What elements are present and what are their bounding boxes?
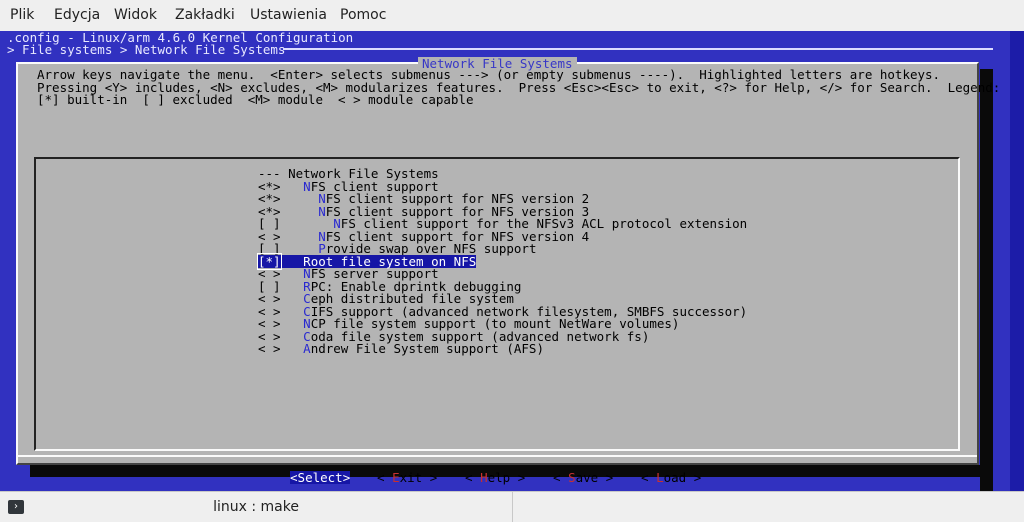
hotkey-letter: H [480,470,488,485]
hotkey-letter: S [297,470,306,485]
help-button[interactable]: < Help > [465,471,525,484]
option-label: ndrew File System support (AFS) [310,341,544,356]
select-button[interactable]: <Select> [290,470,351,485]
menu-widok[interactable]: Widok [114,7,157,23]
tab-bar: › linux : make [0,491,1024,522]
dialog-shadow [980,69,993,491]
hotkey-letter: A [303,341,311,356]
menu-pomoc[interactable]: Pomoc [340,7,386,23]
session-tab[interactable]: › linux : make [0,492,513,522]
exit-button[interactable]: < Exit > [377,471,437,484]
menu-plik[interactable]: Plik [10,7,34,23]
hotkey-letter: L [656,470,664,485]
button-divider [18,455,977,457]
load-button[interactable]: < Load > [641,471,701,484]
tab-title: linux : make [213,499,299,515]
menu-zakladki[interactable]: Zakładki [175,7,235,23]
menuconfig-dialog: Network File Systems Arrow keys navigate… [16,57,1000,484]
menu-ustawienia[interactable]: Ustawienia [250,7,327,23]
option-state: < > [258,341,281,356]
terminal-area[interactable]: .config - Linux/arm 4.6.0 Kernel Configu… [0,31,1024,491]
legend-text: [*] built-in [ ] excluded <M> module < >… [37,92,474,107]
menu-edycja[interactable]: Edycja [54,7,100,23]
menu-entry[interactable]: < > Andrew File System support (AFS) [258,342,544,355]
save-button[interactable]: < Save > [553,471,613,484]
terminal-edge [1010,31,1024,491]
breadcrumb: > File systems > Network File Systems [7,42,286,57]
hotkey-letter: E [392,470,400,485]
menu-list: --- Network File Systems <*> NFS client s… [34,157,960,451]
header-divider [283,48,993,50]
hotkey-letter: S [568,470,576,485]
menu-bar: Plik Edycja Widok Zakładki Ustawienia Po… [0,0,1024,31]
